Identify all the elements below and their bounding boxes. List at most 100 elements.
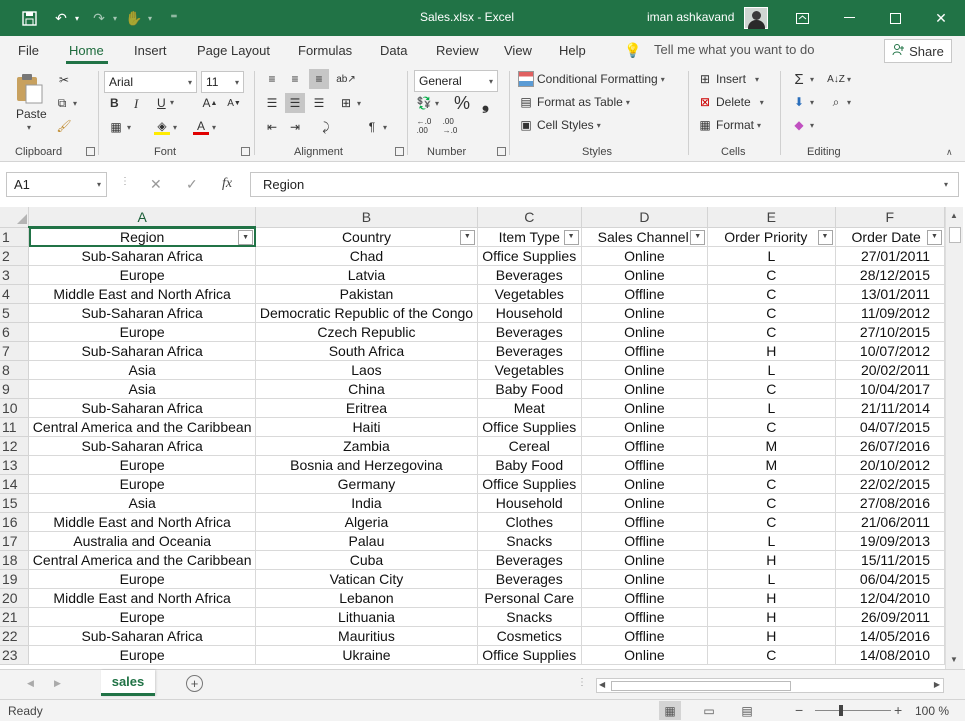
table-cell[interactable]: Cosmetics [477,626,582,646]
table-cell[interactable]: Laos [255,360,478,380]
table-cell[interactable]: Beverages [477,569,582,589]
table-cell[interactable]: Cereal [477,436,582,456]
table-cell[interactable]: Chad [255,246,478,266]
header-cell[interactable]: Order Priority ▼ [707,227,836,247]
table-cell[interactable]: Online [581,398,709,418]
font-launcher-icon[interactable] [241,147,250,156]
table-cell[interactable]: C [707,474,836,494]
tab-data[interactable]: Data [380,43,407,58]
table-cell[interactable]: Sub-Saharan Africa [28,626,257,646]
table-cell[interactable]: Europe [28,474,257,494]
tab-insert[interactable]: Insert [134,43,167,58]
table-cell[interactable]: 11/09/2012 [835,303,945,323]
decrease-font-icon[interactable]: A ▼ [226,95,242,111]
sort-filter-icon[interactable]: A↓Z ▾ [827,71,851,87]
increase-font-icon[interactable]: A ▲ [202,95,218,111]
table-cell[interactable]: 14/05/2016 [835,626,945,646]
tell-me-search[interactable]: Tell me what you want to do [654,42,814,57]
table-cell[interactable]: Online [581,246,709,266]
select-all-corner[interactable] [0,207,30,228]
horizontal-scroll-thumb[interactable] [611,681,791,691]
redo-dropdown-icon[interactable]: ▾ [110,8,120,28]
table-cell[interactable]: Palau [255,531,478,551]
filter-dropdown-icon[interactable]: ▼ [927,229,942,245]
align-right-icon[interactable]: ☰ [311,95,327,111]
table-cell[interactable]: 19/09/2013 [835,531,945,551]
zoom-in-icon[interactable]: + [894,702,902,718]
avatar[interactable] [744,7,768,29]
table-cell[interactable]: 04/07/2015 [835,417,945,437]
table-cell[interactable]: Australia and Oceania [28,531,257,551]
minimize-icon[interactable] [826,0,872,36]
table-cell[interactable]: Clothes [477,512,582,532]
table-cell[interactable]: Offline [581,607,709,627]
table-cell[interactable]: Central America and the Caribbean [28,417,257,437]
column-header[interactable]: D [581,207,709,228]
table-cell[interactable]: Czech Republic [255,322,478,342]
ribbon-display-options-icon[interactable] [779,0,825,36]
table-cell[interactable]: Haiti [255,417,478,437]
header-cell[interactable]: Sales Channel ▼ [581,227,709,247]
table-cell[interactable]: Office Supplies [477,246,582,266]
table-cell[interactable]: Offline [581,531,709,551]
row-header[interactable]: 10 [0,398,30,418]
table-cell[interactable]: H [707,341,836,361]
row-header[interactable]: 12 [0,436,30,456]
table-cell[interactable]: Sub-Saharan Africa [28,341,257,361]
table-cell[interactable]: 28/12/2015 [835,265,945,285]
table-cell[interactable]: Online [581,360,709,380]
table-cell[interactable]: Central America and the Caribbean [28,550,257,570]
table-cell[interactable]: China [255,379,478,399]
table-cell[interactable]: Vegetables [477,360,582,380]
row-header[interactable]: 22 [0,626,30,646]
underline-dropdown-icon[interactable]: ▾ [170,98,174,107]
table-cell[interactable]: C [707,417,836,437]
align-center-icon[interactable]: ☰ [285,93,305,113]
table-cell[interactable]: 21/11/2014 [835,398,945,418]
table-cell[interactable]: Europe [28,322,257,342]
table-cell[interactable]: 06/04/2015 [835,569,945,589]
decrease-indent-icon[interactable]: ⇤ [264,119,280,135]
table-cell[interactable]: Offline [581,455,709,475]
row-header[interactable]: 14 [0,474,30,494]
table-cell[interactable]: Online [581,303,709,323]
alignment-launcher-icon[interactable] [395,147,404,156]
table-cell[interactable]: Democratic Republic of the Congo [255,303,478,323]
confirm-entry-icon[interactable]: ✓ [186,176,198,193]
next-sheet-icon[interactable]: ▶ [54,678,61,689]
row-header[interactable]: 9 [0,379,30,399]
zoom-out-icon[interactable]: − [795,702,803,718]
page-layout-view-icon[interactable]: ▭ [698,701,720,720]
header-cell[interactable]: Country ▼ [255,227,478,247]
table-cell[interactable]: 13/01/2011 [835,284,945,304]
table-cell[interactable]: C [707,265,836,285]
font-name-select[interactable]: Arial ▾ [104,71,197,93]
row-header[interactable]: 16 [0,512,30,532]
table-cell[interactable]: Office Supplies [477,417,582,437]
add-sheet-icon[interactable]: + [186,675,203,692]
table-cell[interactable]: L [707,531,836,551]
touch-mode-dropdown-icon[interactable]: ▾ [145,8,155,28]
format-as-table-button[interactable]: ▤ Format as Table ▾ [518,94,630,110]
sheet-tab-sales[interactable]: sales [101,670,155,696]
table-cell[interactable]: Office Supplies [477,645,582,665]
undo-dropdown-icon[interactable]: ▾ [72,8,82,28]
table-cell[interactable]: Sub-Saharan Africa [28,246,257,266]
table-cell[interactable]: Zambia [255,436,478,456]
table-cell[interactable]: Offline [581,436,709,456]
table-cell[interactable]: C [707,379,836,399]
table-cell[interactable]: Sub-Saharan Africa [28,436,257,456]
increase-indent-icon[interactable]: ⇥ [287,119,303,135]
table-cell[interactable]: Snacks [477,607,582,627]
table-cell[interactable]: Offline [581,341,709,361]
table-cell[interactable]: Lithuania [255,607,478,627]
table-cell[interactable]: M [707,436,836,456]
normal-view-icon[interactable]: ▦ [659,701,681,720]
zoom-slider[interactable] [815,705,891,716]
redo-icon[interactable]: ↷ [88,8,110,28]
paste-dropdown-icon[interactable]: ▾ [27,123,31,132]
tab-page-layout[interactable]: Page Layout [197,43,270,58]
table-cell[interactable]: Cuba [255,550,478,570]
delete-cells-button[interactable]: ⊠ Delete ▾ [697,94,764,110]
row-header[interactable]: 13 [0,455,30,475]
